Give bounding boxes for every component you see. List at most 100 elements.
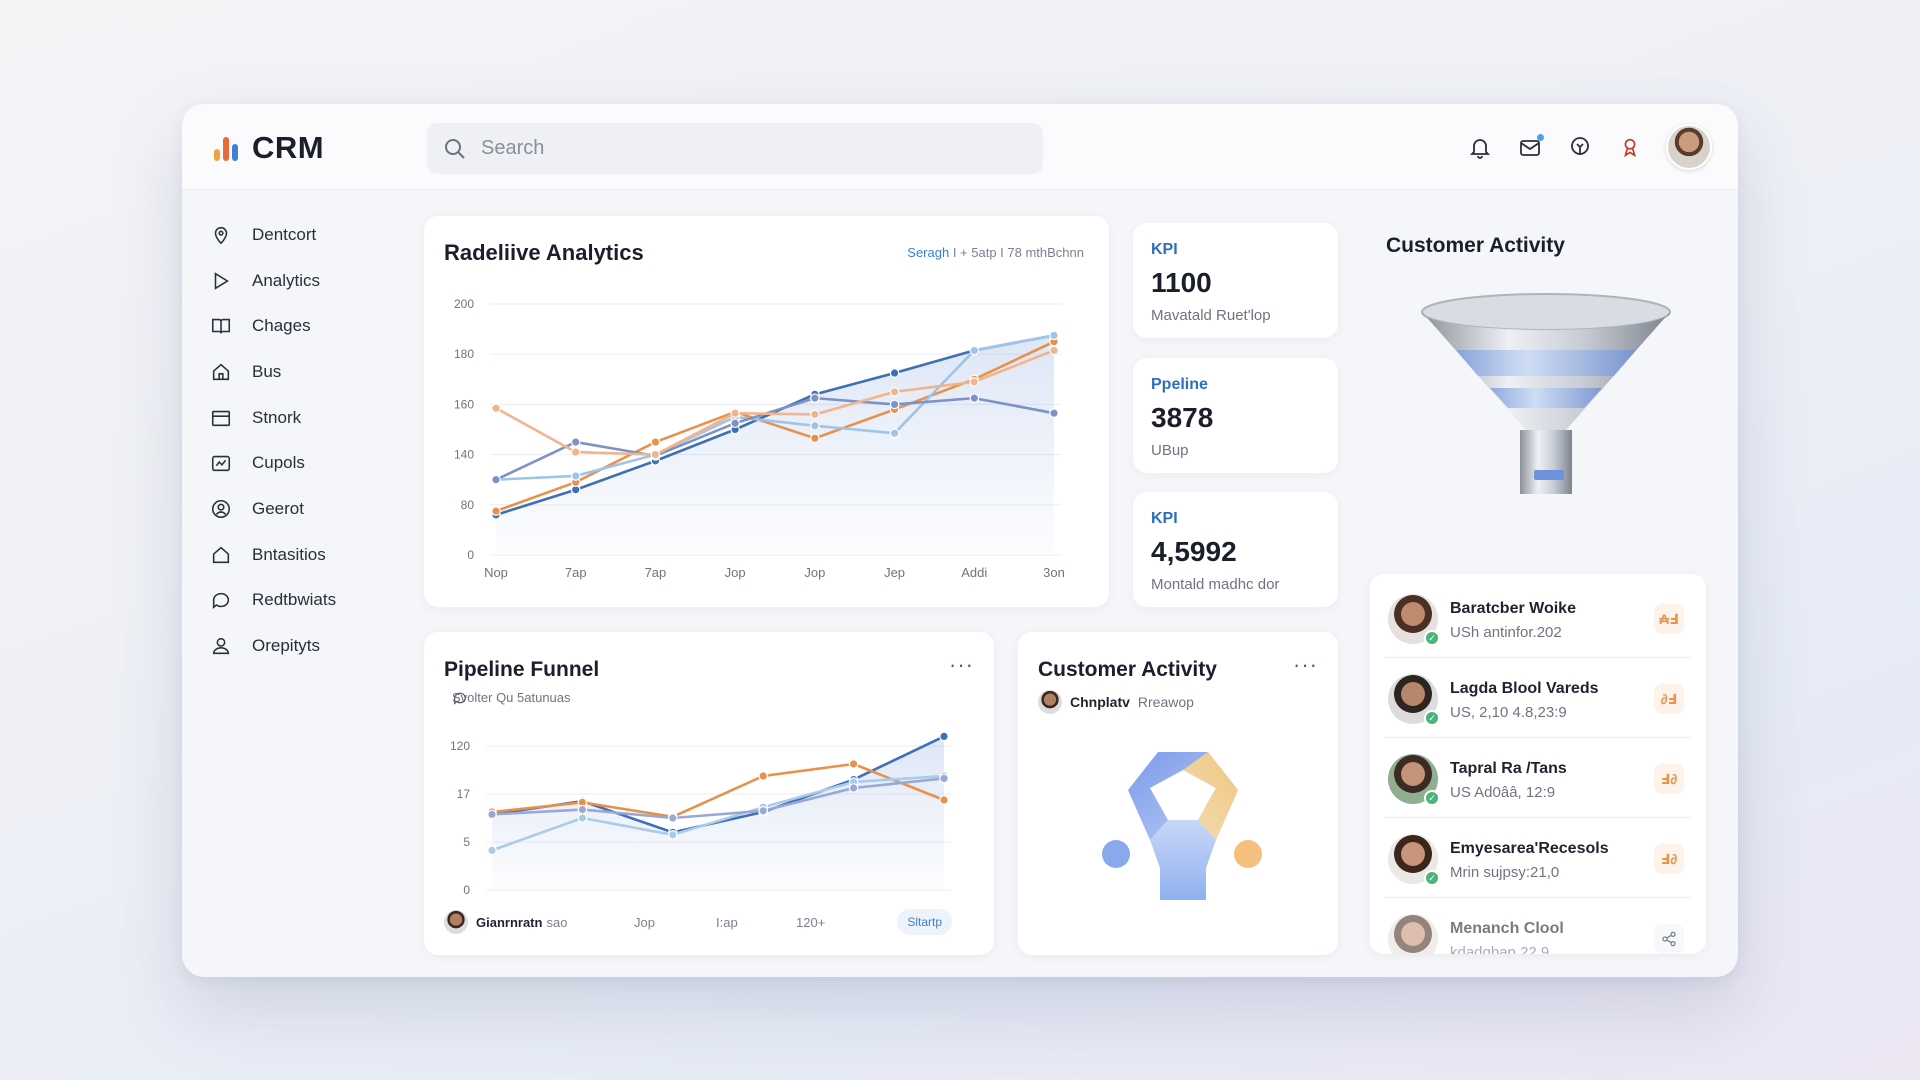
data-point[interactable] [848,783,859,793]
funnel-section-title: Customer Activity [1386,234,1565,257]
data-point[interactable] [577,804,588,815]
activity-user-rest: Rreawop [1137,694,1194,710]
pipeline-footer: Gianrnratn sao Jop I:ap 120+ Sltartp [444,907,974,937]
person-detail: USh antinfor.202 [1450,624,1562,641]
user-avatar[interactable] [1666,124,1712,170]
data-point[interactable] [939,773,949,784]
bell-icon[interactable] [1466,133,1494,161]
notification-dot [1537,134,1544,141]
data-point[interactable] [1049,408,1059,418]
kpi-value: 4,5992 [1151,536,1237,567]
data-point[interactable] [570,447,581,457]
mail-icon[interactable] [1516,133,1544,161]
data-point[interactable] [1049,345,1059,356]
activity-user-name: Chnplatv [1070,694,1130,710]
data-point[interactable] [650,437,661,447]
data-point[interactable] [848,759,859,769]
data-point[interactable] [491,403,501,413]
data-point[interactable] [570,437,581,447]
sidebar-item-analytics[interactable]: Analytics [206,258,406,304]
app-title: CRM [252,130,325,165]
settings-badge-icon[interactable] [1616,133,1644,161]
data-point[interactable] [1049,330,1059,341]
activity-user: Chnplatv Rreawop [1038,690,1194,714]
kpi-card-3[interactable]: KPI 4,5992 Montald madhc dor [1133,492,1338,607]
data-point[interactable] [668,813,678,823]
action-button[interactable]: Ⅎ∂ [1654,764,1684,794]
sidebar-item-bntasitios[interactable]: Bntasitios [206,532,406,578]
data-point[interactable] [758,771,768,781]
activity-title: Customer Activity [1038,658,1217,681]
person-name: Lagda Blool Vareds [1450,680,1599,697]
list-item[interactable]: Menanch Clool kdadgbap,22,9 [1384,898,1692,954]
globe-icon[interactable] [1566,133,1594,161]
search-input[interactable] [481,137,1001,160]
data-point[interactable] [577,813,588,823]
kpi-label: KPI [1151,241,1178,258]
data-point[interactable] [969,345,980,356]
sidebar: Dentcort Analytics Chages Bus Stnork Cup… [206,212,406,669]
action-button[interactable]: ∂Ⅎ [1654,684,1684,714]
verified-icon: ✓ [1424,870,1440,886]
data-point[interactable] [810,433,820,444]
data-point[interactable] [810,420,820,431]
list-item[interactable]: ✓ Emyesarea'Recesols Mrin sujpsy:21,0 Ⅎ∂ [1384,818,1692,898]
data-point[interactable] [889,428,900,439]
activity-illustration [1102,752,1262,900]
search-box[interactable] [427,123,1043,174]
data-point[interactable] [491,474,501,485]
sidebar-item-label: Redtbwiats [252,590,337,610]
sidebar-item-stnork[interactable]: Stnork [206,395,406,441]
sidebar-item-bus[interactable]: Bus [206,349,406,395]
start-button[interactable]: Sltartp [897,909,952,935]
search-icon [445,138,465,159]
data-point[interactable] [487,809,497,820]
sidebar-item-chages[interactable]: Chages [206,303,406,349]
list-item[interactable]: ✓ Lagda Blool Vareds US, 2,10 4.8,23:9 ∂… [1384,658,1692,738]
kpi-card-1[interactable]: KPI 1100 Mavatald Ruet'lop [1133,223,1338,338]
data-point[interactable] [487,845,497,856]
verified-icon: ✓ [1424,710,1440,726]
list-item[interactable]: ✓ Baratcber Woike USh antinfor.202 ₳Ⅎ [1384,578,1692,658]
data-point[interactable] [758,806,768,816]
sidebar-item-redtbwiats[interactable]: Redtbwiats [206,578,406,624]
data-point[interactable] [969,377,980,387]
sidebar-item-label: Orepityts [252,636,321,656]
data-point[interactable] [730,408,740,418]
sidebar-item-dentcort[interactable]: Dentcort [206,212,406,258]
action-button[interactable]: Ⅎ∂ [1654,844,1684,874]
action-button[interactable]: ₳Ⅎ [1654,604,1684,634]
data-point[interactable] [730,418,740,429]
person-detail: Mrin sujpsy:21,0 [1450,864,1560,881]
chart-card-icon [211,456,231,472]
share-icon [1662,931,1676,947]
sidebar-item-cupols[interactable]: Cupols [206,440,406,486]
data-point[interactable] [810,393,820,403]
sidebar-item-orepityts[interactable]: Orepityts [206,623,406,669]
data-point[interactable] [570,471,581,481]
data-point[interactable] [889,368,900,378]
sidebar-item-label: Stnork [252,407,302,427]
app-logo[interactable]: CRM [214,130,324,166]
data-point[interactable] [889,387,900,397]
list-item[interactable]: ✓ Tapral Ra /Tans US Ad0ââ, 12:9 Ⅎ∂ [1384,738,1692,818]
data-point[interactable] [668,830,678,840]
person-name: Emyesarea'Recesols [1450,840,1609,857]
play-icon [214,271,229,290]
analytics-line-chart: 200 180 160 140 80 0 Nop 7ap 7ap Jop Jop Jep Addi 3on [454,297,1065,580]
data-point[interactable] [889,399,900,410]
share-button[interactable] [1654,924,1684,954]
data-point[interactable] [939,731,949,742]
data-point[interactable] [810,409,820,420]
kpi-card-2[interactable]: Ppeline 3878 UBup [1133,358,1338,473]
data-point[interactable] [939,795,949,805]
sidebar-item-geerot[interactable]: Geerot [206,486,406,532]
more-options-button[interactable]: ··· [1293,652,1318,678]
footer-user-suffix: sao [546,915,568,930]
person-detail: US, 2,10 4.8,23:9 [1450,704,1567,721]
data-point[interactable] [969,393,980,403]
y-tick-label: 200 [454,297,474,311]
kpi-value: 3878 [1151,402,1214,433]
data-point[interactable] [491,506,501,516]
data-point[interactable] [650,449,661,460]
